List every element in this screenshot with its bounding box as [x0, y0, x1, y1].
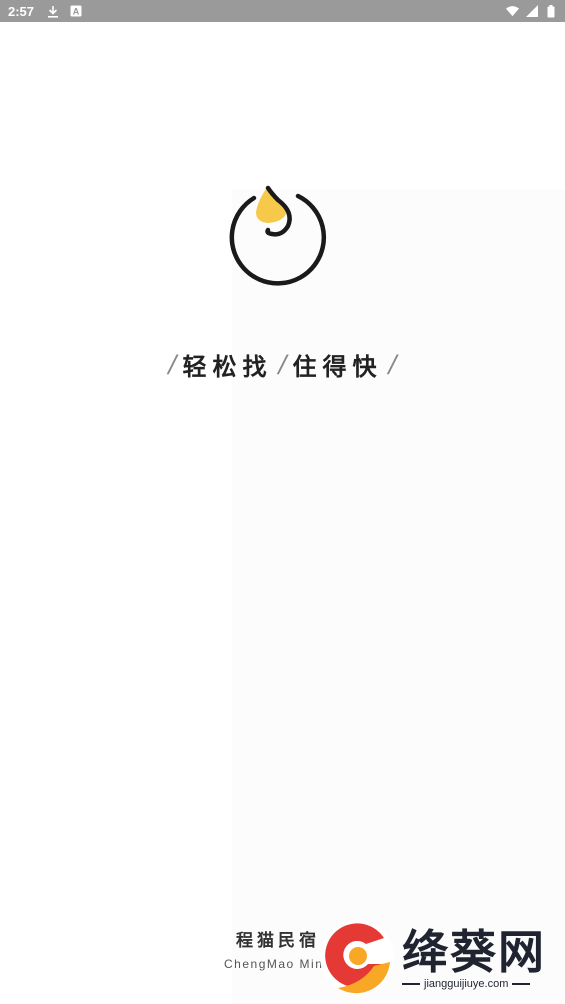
slogan-part-2: 住得快 [292, 351, 383, 381]
watermark-url-text: jiangguijiuye.com [424, 978, 509, 990]
background-panel [232, 190, 565, 1004]
slogan-part-1: 轻松找 [182, 351, 273, 381]
status-time: 2:57 [8, 3, 35, 19]
watermark-text: 绛葵网 [402, 925, 546, 979]
app-logo [228, 178, 338, 293]
watermark: 绛葵网 jiangguijiuye.com [318, 914, 565, 1004]
slogan-slash: / [278, 350, 287, 378]
battery-icon [544, 4, 557, 18]
wifi-icon [506, 5, 519, 18]
slogan: / 轻松找 / 住得快 / [0, 346, 565, 382]
status-bar: 2:57 A [0, 0, 565, 22]
signal-icon [525, 5, 538, 18]
watermark-logo [318, 918, 396, 996]
slogan-slash: / [388, 350, 397, 378]
download-icon [46, 5, 59, 18]
a-badge-icon: A [69, 5, 82, 18]
brand-name-cn: 程猫民宿 [236, 931, 320, 951]
svg-text:A: A [72, 7, 79, 17]
slogan-slash: / [168, 350, 177, 378]
watermark-url: jiangguijiuye.com [402, 978, 552, 990]
